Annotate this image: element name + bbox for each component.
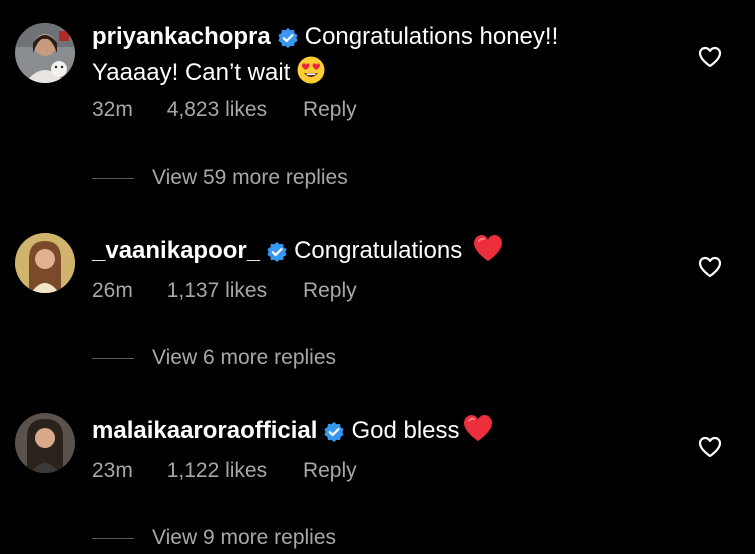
likes-count-link[interactable]: 1,122 likes bbox=[167, 458, 267, 484]
view-more-replies-button[interactable]: View 9 more replies bbox=[92, 525, 336, 551]
comment-line-1: priyankachopra Congratulations honey!! bbox=[92, 22, 558, 52]
heart-eyes-emoji-icon bbox=[296, 55, 326, 93]
verified-badge-icon bbox=[323, 421, 345, 443]
comment-line-1: _vaanikapoor_ Congratulations bbox=[92, 232, 504, 270]
avatar[interactable] bbox=[15, 233, 75, 293]
comment-text: Congratulations bbox=[294, 237, 463, 264]
view-more-replies-button[interactable]: View 6 more replies bbox=[92, 345, 336, 371]
like-heart-icon[interactable] bbox=[697, 44, 723, 70]
username-link[interactable]: priyankachopra bbox=[92, 22, 271, 52]
likes-count-link[interactable]: 1,137 likes bbox=[167, 278, 267, 304]
like-heart-icon[interactable] bbox=[697, 254, 723, 280]
comment-line-2: Yaaaay! Can’t wait bbox=[92, 54, 326, 92]
username-link[interactable]: _vaanikapoor_ bbox=[92, 236, 260, 266]
reply-button[interactable]: Reply bbox=[303, 278, 357, 304]
comment-text: God bless bbox=[351, 417, 460, 444]
likes-count-link[interactable]: 4,823 likes bbox=[167, 97, 267, 123]
comment-meta: 32m 4,823 likes Reply bbox=[92, 97, 357, 123]
divider-line bbox=[92, 537, 134, 539]
avatar[interactable] bbox=[15, 23, 75, 83]
reply-button[interactable]: Reply bbox=[303, 97, 357, 123]
username-link[interactable]: malaikaaroraofficial bbox=[92, 416, 317, 446]
avatar[interactable] bbox=[15, 413, 75, 473]
view-more-replies-button[interactable]: View 59 more replies bbox=[92, 165, 348, 191]
comment-meta: 26m 1,137 likes Reply bbox=[92, 278, 357, 304]
comment-line-1: malaikaaroraofficial God bless bbox=[92, 412, 494, 450]
comment-time: 32m bbox=[92, 98, 133, 121]
red-heart-emoji-icon bbox=[462, 413, 494, 451]
divider-line bbox=[92, 177, 134, 179]
comment-time: 26m bbox=[92, 279, 133, 302]
red-heart-emoji-icon bbox=[472, 233, 504, 271]
comment-text: Congratulations honey!! bbox=[304, 23, 559, 50]
comment-meta: 23m 1,122 likes Reply bbox=[92, 458, 357, 484]
verified-badge-icon bbox=[277, 27, 299, 49]
divider-line bbox=[92, 357, 134, 359]
view-more-replies-label: View 6 more replies bbox=[152, 346, 337, 369]
reply-button[interactable]: Reply bbox=[303, 458, 357, 484]
view-more-replies-label: View 9 more replies bbox=[152, 526, 337, 549]
like-heart-icon[interactable] bbox=[697, 434, 723, 460]
comment-time: 23m bbox=[92, 459, 133, 482]
view-more-replies-label: View 59 more replies bbox=[152, 166, 348, 189]
verified-badge-icon bbox=[266, 241, 288, 263]
comment-text-continued: Yaaaay! Can’t wait bbox=[92, 59, 291, 86]
